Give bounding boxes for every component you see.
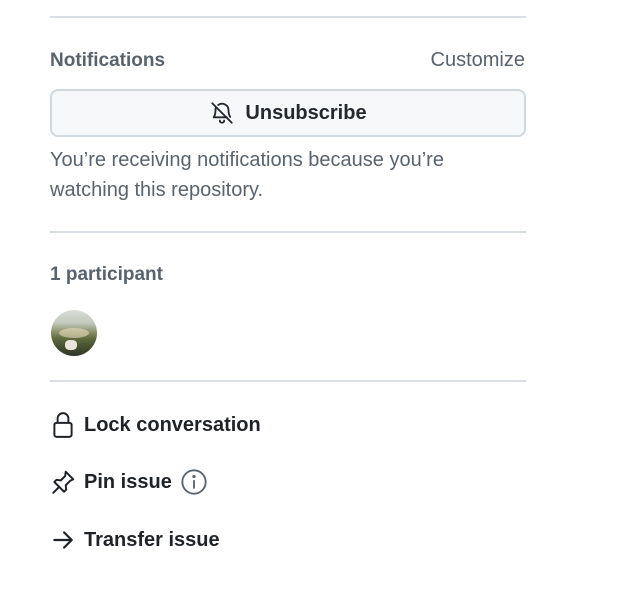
customize-link[interactable]: Customize: [431, 48, 525, 72]
lock-icon: [50, 411, 76, 439]
info-icon[interactable]: [180, 468, 208, 496]
pin-issue-label: Pin issue: [84, 471, 172, 493]
actions-divider: [50, 380, 526, 382]
top-divider: [50, 16, 526, 18]
bell-slash-icon: [209, 100, 235, 126]
transfer-issue-button[interactable]: Transfer issue: [50, 527, 220, 553]
lock-conversation-button[interactable]: Lock conversation: [50, 411, 261, 439]
notification-reason-text: You’re receiving notifications because y…: [50, 149, 444, 201]
pin-issue-button[interactable]: Pin issue: [50, 468, 208, 496]
pin-icon: [50, 468, 76, 496]
transfer-issue-label: Transfer issue: [84, 529, 220, 551]
lock-conversation-label: Lock conversation: [84, 414, 261, 436]
participants-divider: [50, 231, 526, 233]
unsubscribe-button[interactable]: Unsubscribe: [50, 89, 526, 137]
participant-avatar[interactable]: [51, 310, 97, 356]
participants-heading: 1 participant: [50, 264, 163, 285]
arrow-right-icon: [50, 527, 76, 553]
unsubscribe-label: Unsubscribe: [245, 101, 367, 124]
notifications-heading: Notifications: [50, 50, 166, 71]
